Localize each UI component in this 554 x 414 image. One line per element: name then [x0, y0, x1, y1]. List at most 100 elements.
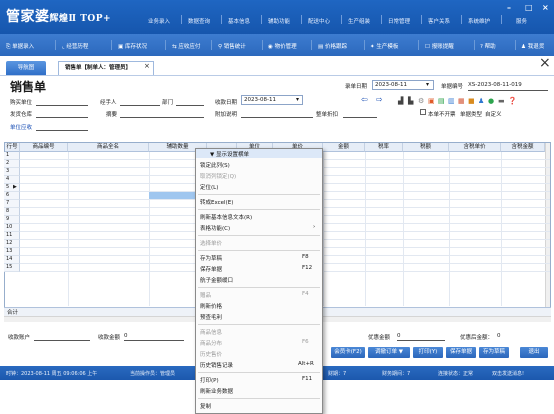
exit-button[interactable]: 退出 [520, 347, 548, 358]
user-icon[interactable]: ♟ [478, 97, 484, 105]
menu-item-print[interactable]: 打印(P) [200, 376, 219, 384]
tb-receivable[interactable]: ⇆ 应收应付 [172, 42, 200, 50]
menu-business-entry[interactable]: 业务录入 [148, 17, 170, 25]
menu-item-select-price[interactable]: 选择单价 [200, 239, 222, 247]
col-header-name[interactable]: 商品全名 [68, 143, 149, 152]
col-header-tax[interactable]: 税额 [403, 143, 449, 152]
status-message[interactable]: 双击发送消息! [492, 370, 524, 377]
row-number[interactable]: 6 [4, 192, 20, 200]
tb-doc-entry[interactable]: ⎘ 单据录入 [6, 42, 34, 51]
menu-item-save-draft[interactable]: 存为草稿 [200, 254, 222, 262]
pay-date-field[interactable]: 2023-08-11 [241, 95, 303, 105]
close-app-button[interactable]: × [542, 3, 549, 12]
minus-icon[interactable]: ▬ [498, 97, 505, 105]
tb-help[interactable]: ? 帮助 [480, 42, 496, 50]
col-header-code[interactable]: 商品编号 [20, 143, 68, 152]
print-button[interactable]: 打印(Y) [413, 347, 443, 358]
help-icon[interactable]: ❓ [508, 97, 517, 105]
col-header-tax-rate[interactable]: 税率 [365, 143, 403, 152]
member-card-button[interactable]: 会员卡(F2) [331, 347, 365, 358]
menu-item-preview-margin[interactable]: 预查毛利 [200, 313, 222, 321]
doc-type-value[interactable]: 自定义 [485, 110, 502, 118]
row-number[interactable]: 11 [4, 232, 20, 240]
menu-item-unlock-column[interactable]: 取消列锁定(Q) [200, 172, 236, 180]
image-icon[interactable]: ▣ [428, 97, 435, 105]
row-number[interactable]: 3 [4, 168, 20, 176]
row-number[interactable]: 15 [4, 264, 20, 272]
tab-sales-order[interactable]: 销售单【制单人：管理员】 [58, 61, 154, 75]
tb-reminder[interactable]: ☐ 报账提醒 [425, 42, 454, 50]
tb-production-template[interactable]: ✦ 生产模板 [370, 42, 398, 50]
menu-item-history-price[interactable]: 历史售价 [200, 350, 222, 358]
buyer-field[interactable] [36, 105, 88, 106]
row-number[interactable]: 9 [4, 216, 20, 224]
menu-item-product-info[interactable]: 商品信息 [200, 328, 222, 336]
account-field[interactable] [34, 340, 90, 341]
menu-item-lock-column[interactable]: 锁定此列(S) [200, 161, 230, 169]
menu-item-gift[interactable]: 赠品 [200, 291, 211, 299]
row-number[interactable]: 1 [4, 152, 20, 160]
tb-return[interactable]: ♟ 我退货 [521, 42, 544, 50]
tb-sales-stats[interactable]: ⚲ 销售统计 [218, 42, 246, 50]
amount-value[interactable]: 0 [124, 333, 128, 339]
row-number[interactable]: 4 [4, 176, 20, 184]
no-invoice-checkbox[interactable] [420, 109, 426, 115]
row-number[interactable]: 14 [4, 256, 20, 264]
tab-navigation[interactable]: 导航图 [6, 61, 46, 75]
col-header-tax-amount[interactable]: 含税金额 [501, 143, 545, 152]
tb-price-track[interactable]: ▤ 价格跟踪 [318, 42, 347, 50]
tb-history[interactable]: ⌞ 经营历程 [62, 42, 88, 50]
menu-system[interactable]: 系统维护 [468, 17, 490, 25]
draft-button[interactable]: 存为草稿 [479, 347, 509, 358]
menu-item-refresh-text[interactable]: 刷新基本信息文本(R) [200, 213, 252, 221]
warehouse-field[interactable] [36, 117, 88, 118]
dept-field[interactable] [176, 105, 204, 106]
col-header-amount[interactable]: 金额 [323, 143, 365, 152]
box-icon[interactable]: ■ [468, 97, 475, 105]
entry-date-field[interactable]: 2023-08-11 [372, 80, 434, 90]
row-number[interactable]: 2 [4, 160, 20, 168]
copy-icon[interactable]: ▥ [448, 97, 455, 105]
maximize-button[interactable]: □ [525, 3, 533, 12]
tb-stock[interactable]: ▣ 库存状况 [118, 42, 147, 50]
row-number[interactable]: 13 [4, 248, 20, 256]
menu-item-product-distribution[interactable]: 商品分布 [200, 339, 222, 347]
menu-production[interactable]: 生产组装 [348, 17, 370, 25]
row-number[interactable]: 5 [4, 184, 20, 192]
print-icon[interactable]: ▙ [408, 97, 413, 105]
menu-item-refresh-business[interactable]: 刷新业务数据 [200, 387, 233, 395]
leaf-icon[interactable]: ● [488, 97, 494, 105]
discount-field[interactable] [343, 117, 377, 118]
save-button[interactable]: 保存单据 [446, 347, 476, 358]
row-number[interactable]: 7 [4, 200, 20, 208]
menu-aux-func[interactable]: 辅助功能 [268, 17, 290, 25]
discount-amount-value[interactable]: 0 [397, 333, 401, 339]
order-select-button[interactable]: 调撤订单 ▼ [368, 347, 410, 358]
menu-item-history-sales[interactable]: 历史销售记录 [200, 361, 233, 369]
row-number[interactable]: 8 [4, 208, 20, 216]
next-arrow-icon[interactable]: ⇨ [376, 96, 383, 104]
tab-close-icon[interactable]: × [144, 62, 150, 70]
chart-icon[interactable]: ▟ [398, 97, 403, 105]
summary-field[interactable] [120, 117, 204, 118]
settings-icon[interactable]: ⚙ [418, 97, 424, 105]
dropdown-icon[interactable]: ▾ [296, 96, 299, 104]
row-number[interactable]: 12 [4, 240, 20, 248]
dropdown-icon[interactable]: ▾ [426, 81, 429, 89]
col-header-tax-price[interactable]: 含税单价 [449, 143, 501, 152]
menu-item-refresh-price[interactable]: 刷新价格 [200, 302, 222, 310]
row-number[interactable]: 10 [4, 224, 20, 232]
menu-data-query[interactable]: 数据查询 [188, 17, 210, 25]
minimize-button[interactable]: – [507, 3, 511, 12]
tb-price-mgmt[interactable]: ◉ 物价管理 [268, 42, 297, 50]
close-icon[interactable]: × [539, 55, 551, 71]
menu-daily-mgmt[interactable]: 日常管理 [388, 17, 410, 25]
menu-item-save-doc[interactable]: 保存单据 [200, 265, 222, 273]
menu-item-export-excel[interactable]: 转成Excel(E) [200, 198, 233, 206]
menu-item-locate[interactable]: 定位(L) [200, 183, 218, 191]
menu-distribution[interactable]: 配送中心 [308, 17, 330, 25]
menu-service[interactable]: 服务 [516, 17, 527, 25]
col-header-rowno[interactable]: 行号 [5, 143, 20, 152]
menu-item-show-settings[interactable]: ▼ 显示设置横单 [210, 150, 249, 158]
menu-item-copy[interactable]: 复制 [200, 402, 211, 410]
